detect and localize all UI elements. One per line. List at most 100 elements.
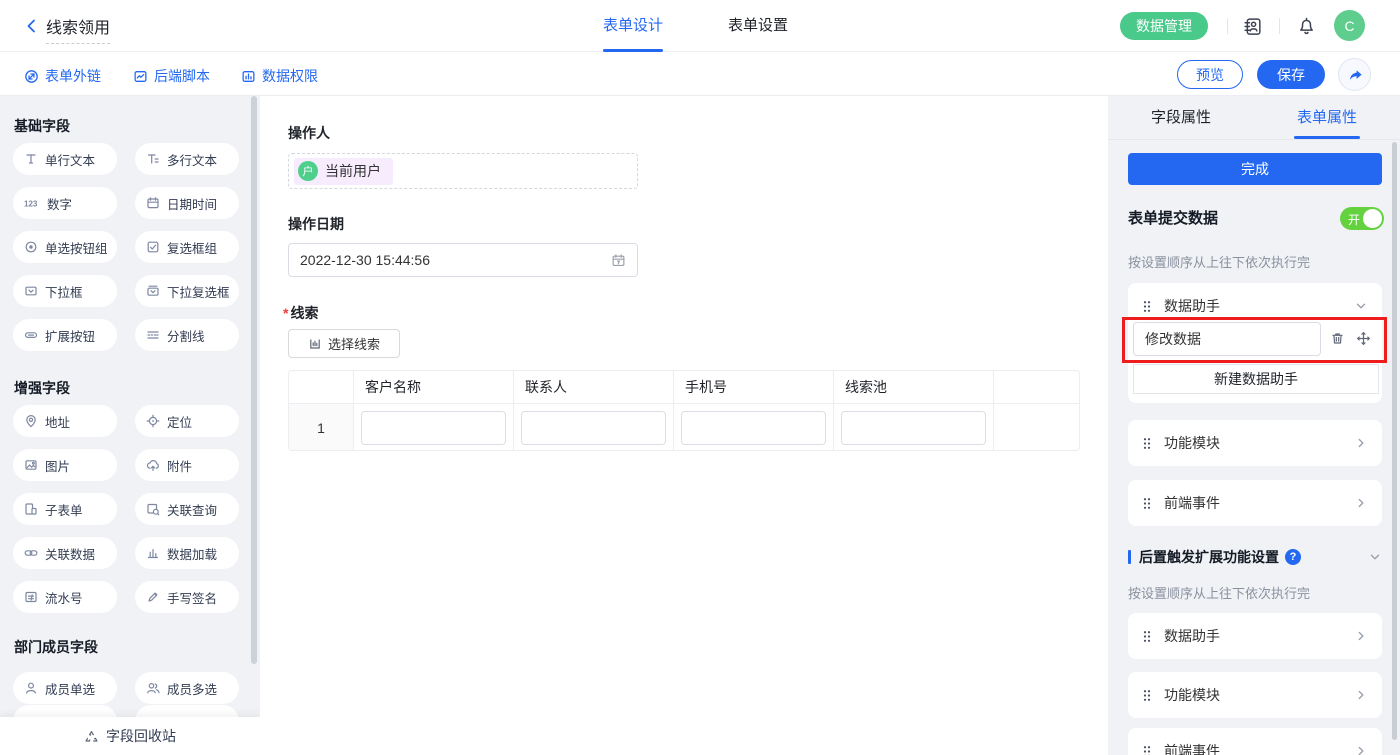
panel-tabs: 字段属性 表单属性 [1108, 96, 1400, 140]
drag-handle-icon[interactable] [1142, 437, 1152, 450]
link-icon [24, 69, 39, 84]
module-card[interactable]: 功能模块 [1128, 420, 1382, 466]
section-title-basic-fields: 基础字段 [14, 116, 70, 136]
table-cell-extra [994, 404, 1079, 451]
post-module-card[interactable]: 功能模块 [1128, 672, 1382, 718]
chevron-right-icon[interactable] [1354, 688, 1368, 702]
chevron-right-icon[interactable] [1354, 496, 1368, 510]
select-clue-button[interactable]: 选择线索 [288, 329, 400, 358]
checkbox-icon [146, 240, 160, 254]
field-item-member-multi[interactable]: 成员多选 [135, 672, 239, 704]
field-item-linked-query[interactable]: 关联查询 [135, 493, 239, 525]
tab-field-properties[interactable]: 字段属性 [1108, 96, 1254, 139]
frontend-event-card[interactable]: 前端事件 [1128, 480, 1382, 526]
chevron-right-icon[interactable] [1354, 629, 1368, 643]
single-line-text-icon [24, 152, 38, 166]
post-data-helper-card[interactable]: 数据助手 [1128, 613, 1382, 659]
drag-handle-icon[interactable] [1142, 300, 1152, 313]
modify-data-item[interactable]: 修改数据 [1133, 322, 1321, 356]
bell-icon[interactable] [1297, 16, 1316, 35]
preview-button[interactable]: 预览 [1177, 60, 1243, 89]
execution-hint: 按设置顺序从上往下依次执行完 [1128, 252, 1310, 271]
panel-scrollbar[interactable] [1392, 142, 1397, 740]
customer-name-input[interactable] [361, 411, 506, 445]
page-title[interactable]: 线索领用 [46, 14, 110, 44]
field-item-image[interactable]: 图片 [13, 449, 117, 481]
avatar[interactable]: C [1334, 10, 1365, 41]
operator-field-label: 操作人 [288, 123, 330, 143]
data-manage-button[interactable]: 数据管理 [1120, 12, 1208, 40]
delete-icon[interactable] [1330, 331, 1345, 346]
table-cell-customer [354, 404, 514, 451]
map-pin-icon [24, 414, 38, 428]
field-item-attachment[interactable]: 附件 [135, 449, 239, 481]
contact-book-icon[interactable] [1243, 17, 1262, 36]
backend-script-link[interactable]: 后端脚本 [133, 66, 210, 86]
field-item-datetime[interactable]: 日期时间 [135, 187, 239, 219]
form-toolbar: 表单外链 后端脚本 数据权限 预览 保存 [0, 52, 1400, 96]
field-item-number[interactable]: 123 数字 [13, 187, 117, 219]
field-item-multi-select[interactable]: 下拉复选框 [135, 275, 239, 307]
field-item-divider[interactable]: 分割线 [135, 319, 239, 351]
move-icon[interactable] [1356, 331, 1371, 346]
tab-form-design[interactable]: 表单设计 [603, 0, 663, 52]
field-item-signature[interactable]: 手写签名 [135, 581, 239, 613]
field-recycle-bin[interactable]: 字段回收站 [0, 717, 260, 755]
field-item-address[interactable]: 地址 [13, 405, 117, 437]
done-button[interactable]: 完成 [1128, 153, 1382, 185]
chevron-down-icon[interactable] [1354, 299, 1368, 313]
field-item-member-single[interactable]: 成员单选 [13, 672, 117, 704]
chevron-right-icon[interactable] [1354, 436, 1368, 450]
chevron-down-icon[interactable] [1368, 550, 1382, 564]
contact-input[interactable] [521, 411, 666, 445]
operate-date-input[interactable]: 2022-12-30 15:44:56 [288, 243, 638, 277]
field-item-select[interactable]: 下拉框 [13, 275, 117, 307]
divider-lines-icon [146, 328, 160, 342]
field-item-linked-data[interactable]: 关联数据 [13, 537, 117, 569]
section-title-member-fields: 部门成员字段 [14, 637, 98, 657]
module-label: 功能模块 [1164, 433, 1220, 453]
sidebar-scrollbar[interactable] [251, 96, 257, 664]
number-123-icon: 123 [24, 196, 40, 210]
share-button[interactable] [1338, 58, 1371, 91]
drag-handle-icon[interactable] [1142, 689, 1152, 702]
field-item-radio-group[interactable]: 单选按钮组 [13, 231, 117, 263]
post-trigger-title: 后置触发扩展功能设置 [1139, 547, 1279, 567]
help-icon[interactable]: ? [1285, 549, 1301, 565]
form-external-link[interactable]: 表单外链 [24, 66, 101, 86]
phone-input[interactable] [681, 411, 826, 445]
save-button[interactable]: 保存 [1257, 60, 1325, 89]
data-helper-header[interactable]: 数据助手 [1128, 283, 1382, 321]
backend-script-label: 后端脚本 [154, 66, 210, 86]
data-permission-link[interactable]: 数据权限 [241, 66, 318, 86]
form-submit-toggle[interactable]: 开 [1340, 207, 1384, 230]
calendar-icon [146, 196, 160, 210]
drag-handle-icon[interactable] [1142, 630, 1152, 643]
data-helper-card[interactable]: 数据助手 修改数据 新建数据助手 [1128, 283, 1382, 403]
field-item-location[interactable]: 定位 [135, 405, 239, 437]
new-data-helper-button[interactable]: 新建数据助手 [1133, 364, 1379, 394]
operator-field[interactable]: 户 当前用户 [288, 153, 638, 189]
tab-form-settings[interactable]: 表单设置 [728, 0, 788, 52]
field-item-data-load[interactable]: 数据加载 [135, 537, 239, 569]
table-cell-phone [674, 404, 834, 451]
current-user-tag[interactable]: 户 当前用户 [294, 158, 393, 185]
linked-query-icon [146, 502, 160, 516]
field-item-extend-button[interactable]: 扩展按钮 [13, 319, 117, 351]
drag-handle-icon[interactable] [1142, 497, 1152, 510]
clue-pool-input[interactable] [841, 411, 986, 445]
field-item-serial-number[interactable]: 流水号 [13, 581, 117, 613]
table-row-index: 1 [289, 404, 354, 451]
post-frontend-event-card[interactable]: 前端事件 [1128, 728, 1382, 755]
chevron-right-icon[interactable] [1354, 744, 1368, 755]
field-item-single-text[interactable]: 单行文本 [13, 143, 117, 175]
field-item-subform[interactable]: 子表单 [13, 493, 117, 525]
back-icon[interactable] [24, 18, 40, 34]
field-item-multi-text[interactable]: 多行文本 [135, 143, 239, 175]
drag-handle-icon[interactable] [1142, 745, 1152, 755]
tab-form-properties[interactable]: 表单属性 [1254, 96, 1400, 139]
subform-icon [24, 502, 38, 516]
field-item-checkbox-group[interactable]: 复选框组 [135, 231, 239, 263]
table-cell-contact [514, 404, 674, 451]
calendar-icon[interactable] [611, 253, 626, 268]
